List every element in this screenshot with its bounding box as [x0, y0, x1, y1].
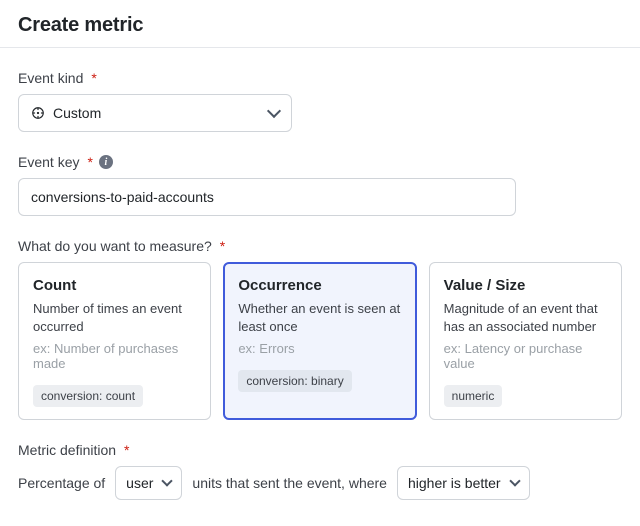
page-title: Create metric	[18, 14, 622, 37]
measure-options: Count Number of times an event occurred …	[18, 262, 622, 420]
measure-option-tag: numeric	[444, 385, 503, 407]
measure-option-title: Count	[33, 277, 196, 294]
required-asterisk: *	[220, 238, 225, 254]
measure-option-tag: conversion: binary	[238, 370, 351, 392]
custom-event-icon	[31, 106, 45, 120]
event-kind-label: Event kind *	[18, 70, 622, 86]
header-divider	[0, 47, 640, 48]
measure-label: What do you want to measure? *	[18, 238, 622, 254]
event-key-label: Event key * i	[18, 154, 622, 170]
metric-definition-row: Percentage of user units that sent the e…	[18, 466, 622, 500]
measure-option-value-size[interactable]: Value / Size Magnitude of an event that …	[429, 262, 622, 420]
measure-option-count[interactable]: Count Number of times an event occurred …	[18, 262, 211, 420]
measure-option-example: ex: Latency or purchase value	[444, 341, 607, 371]
chevron-down-icon	[162, 475, 173, 486]
measure-option-title: Occurrence	[238, 277, 401, 294]
measure-option-desc: Number of times an event occurred	[33, 300, 196, 335]
measure-option-title: Value / Size	[444, 277, 607, 294]
measure-option-desc: Magnitude of an event that has an associ…	[444, 300, 607, 335]
measure-option-example: ex: Number of purchases made	[33, 341, 196, 371]
metric-definition-label-text: Metric definition	[18, 442, 116, 458]
direction-value: higher is better	[408, 475, 501, 491]
event-kind-value: Custom	[53, 105, 101, 121]
info-icon[interactable]: i	[99, 155, 113, 169]
required-asterisk: *	[87, 154, 92, 170]
event-kind-field: Event kind * Custom	[18, 70, 622, 132]
measure-option-occurrence[interactable]: Occurrence Whether an event is seen at l…	[223, 262, 416, 420]
measure-label-text: What do you want to measure?	[18, 238, 212, 254]
direction-select[interactable]: higher is better	[397, 466, 530, 500]
chevron-down-icon	[267, 104, 281, 118]
event-kind-label-text: Event kind	[18, 70, 83, 86]
event-key-label-text: Event key	[18, 154, 79, 170]
event-key-input[interactable]	[18, 178, 516, 216]
metric-definition-label: Metric definition *	[18, 442, 622, 458]
unit-value: user	[126, 475, 153, 491]
required-asterisk: *	[91, 70, 96, 86]
required-asterisk: *	[124, 442, 129, 458]
unit-select[interactable]: user	[115, 466, 182, 500]
measure-option-tag: conversion: count	[33, 385, 143, 407]
event-key-field: Event key * i	[18, 154, 622, 216]
event-kind-select[interactable]: Custom	[18, 94, 292, 132]
metric-definition-field: Metric definition * Percentage of user u…	[18, 442, 622, 500]
measure-option-example: ex: Errors	[238, 341, 401, 356]
chevron-down-icon	[509, 475, 520, 486]
measure-field: What do you want to measure? * Count Num…	[18, 238, 622, 420]
definition-prefix: Percentage of	[18, 475, 105, 491]
measure-option-desc: Whether an event is seen at least once	[238, 300, 401, 335]
definition-middle: units that sent the event, where	[192, 475, 387, 491]
